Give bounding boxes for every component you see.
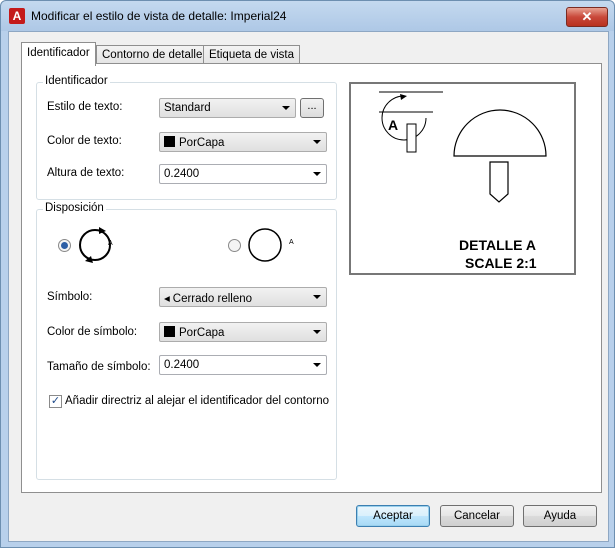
- tab-etiqueta-de-vista[interactable]: Etiqueta de vista: [203, 45, 301, 65]
- add-leader-checkbox[interactable]: ✓: [49, 395, 62, 408]
- layout-option-1-letter: A: [108, 240, 113, 247]
- browse-text-style-button[interactable]: ...: [300, 98, 324, 118]
- group-identificador: Identificador Estilo de texto: Standard …: [36, 75, 337, 200]
- tamano-simbolo-combobox[interactable]: 0.2400: [159, 355, 327, 375]
- close-button[interactable]: ✕: [566, 7, 608, 27]
- preview-caption-line1: DETALLE A: [459, 237, 536, 253]
- color-texto-dropdown[interactable]: PorCapa: [159, 132, 327, 152]
- altura-texto-label: Altura de texto:: [47, 167, 125, 179]
- simbolo-dropdown[interactable]: ◂ Cerrado relleno: [159, 287, 327, 307]
- title-bar[interactable]: A Modificar el estilo de vista de detall…: [1, 1, 614, 31]
- chevron-down-icon: [313, 330, 321, 334]
- group-disposicion: Disposición A A Símbolo: ◂ Cerrado rellen…: [36, 202, 337, 480]
- color-swatch-icon: [164, 326, 175, 337]
- window-title: Modificar el estilo de vista de detalle:…: [31, 9, 287, 23]
- simbolo-label: Símbolo:: [47, 291, 93, 303]
- tamano-simbolo-label: Tamaño de símbolo:: [47, 361, 151, 373]
- circle-icon: [248, 228, 282, 262]
- preview-caption-line2: SCALE 2:1: [465, 255, 537, 271]
- tab-identificador[interactable]: Identificador: [21, 42, 96, 66]
- group-identificador-label: Identificador: [43, 75, 110, 87]
- chevron-down-icon: [313, 172, 321, 176]
- estilo-texto-value: Standard: [164, 102, 211, 114]
- layout-option-2-radio[interactable]: [228, 239, 241, 252]
- chevron-down-icon: [313, 295, 321, 299]
- estilo-texto-label: Estilo de texto:: [47, 101, 123, 113]
- estilo-texto-dropdown[interactable]: Standard: [159, 98, 296, 118]
- color-simbolo-value: PorCapa: [179, 327, 225, 339]
- color-simbolo-dropdown[interactable]: PorCapa: [159, 322, 327, 342]
- dialog-body: Identificador Contorno de detalle Etique…: [8, 31, 609, 542]
- layout-option-2-letter: A: [289, 239, 294, 246]
- preview-marker-letter: A: [388, 117, 399, 133]
- add-leader-label: Añadir directriz al alejar el identifica…: [65, 395, 330, 407]
- color-texto-label: Color de texto:: [47, 135, 122, 147]
- altura-texto-value: 0.2400: [164, 168, 200, 180]
- chevron-down-icon: [313, 140, 321, 144]
- help-button[interactable]: Ayuda: [523, 505, 597, 527]
- chevron-down-icon: [313, 363, 321, 367]
- tab-panel-identificador: Identificador Estilo de texto: Standard …: [21, 63, 602, 493]
- cancel-button[interactable]: Cancelar: [440, 505, 514, 527]
- color-swatch-icon: [164, 136, 175, 147]
- color-simbolo-label: Color de símbolo:: [47, 326, 138, 338]
- color-texto-value: PorCapa: [179, 137, 225, 149]
- dialog-window: A Modificar el estilo de vista de detall…: [0, 0, 615, 548]
- layout-option-1-radio[interactable]: [58, 239, 71, 252]
- tab-contorno-de-detalle[interactable]: Contorno de detalle: [96, 45, 209, 65]
- detail-view-preview: A DETALLE A SCALE 2:1: [349, 82, 576, 275]
- tamano-simbolo-value: 0.2400: [164, 359, 200, 371]
- simbolo-value: Cerrado relleno: [172, 293, 253, 305]
- altura-texto-combobox[interactable]: 0.2400: [159, 164, 327, 184]
- closed-filled-arrow-icon: ◂: [164, 293, 170, 305]
- accept-button[interactable]: Aceptar: [356, 505, 430, 527]
- chevron-down-icon: [282, 106, 290, 110]
- group-disposicion-label: Disposición: [43, 202, 106, 214]
- autocad-app-icon: A: [9, 8, 25, 24]
